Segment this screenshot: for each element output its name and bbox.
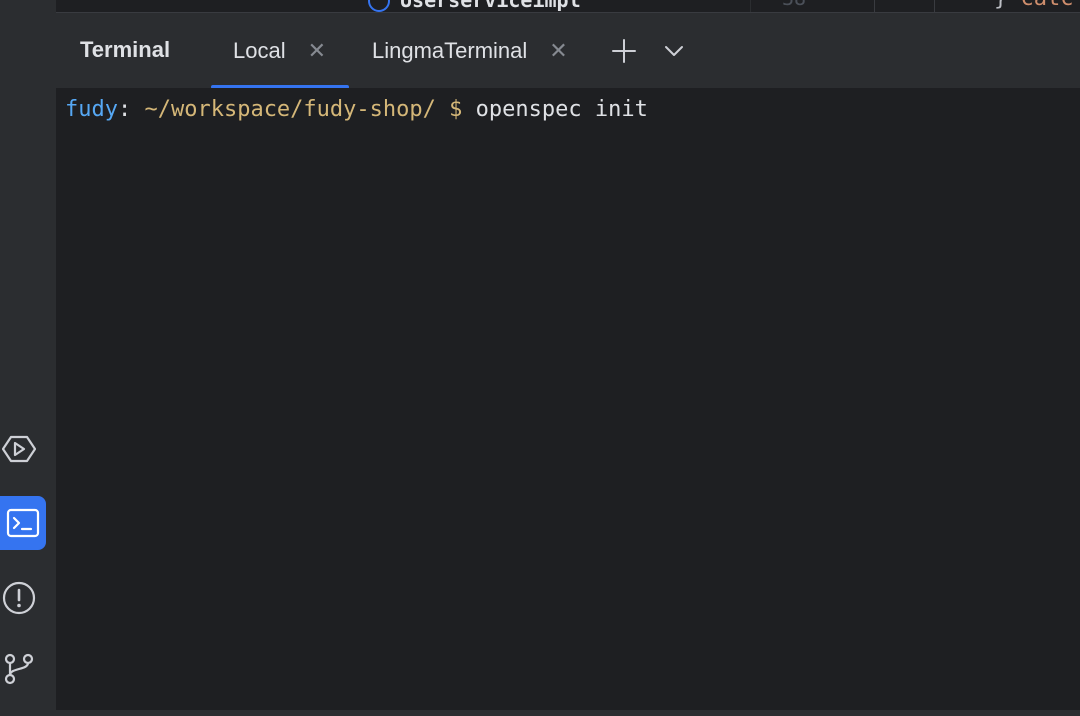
command-text: openspec init: [475, 97, 648, 122]
terminal-title: Terminal: [80, 37, 171, 62]
problems-icon[interactable]: [0, 579, 38, 617]
ide-window: Userserviceimpl 38 } catc: [0, 0, 1080, 716]
prompt-line: fudy: ~/workspace/fudy-shop/ $ openspec …: [65, 96, 648, 124]
run-icon-graphic: [2, 435, 36, 463]
editor-tab-filename[interactable]: Userserviceimpl: [400, 0, 581, 12]
plus-icon: [612, 39, 636, 63]
status-bar-edge: [0, 710, 1080, 716]
run-icon[interactable]: [0, 430, 38, 468]
left-tool-strip: [0, 0, 57, 716]
prompt-colon: :: [117, 97, 132, 122]
terminal-icon-graphic: [6, 508, 40, 538]
prompt-symbol: $: [449, 97, 463, 122]
terminal-header: Terminal Local ✕ LingmaTerminal ✕: [56, 12, 1080, 89]
git-icon-graphic: [4, 653, 34, 685]
tab-label: LingmaTerminal: [372, 38, 528, 63]
new-tab-button[interactable]: [608, 35, 640, 67]
editor-tab-strip-partial: Userserviceimpl 38 } catc: [56, 0, 1080, 12]
tab-lingmaterminal[interactable]: LingmaTerminal ✕: [372, 13, 568, 89]
gutter-divider: [874, 0, 875, 12]
close-icon[interactable]: ✕: [549, 38, 567, 64]
git-icon[interactable]: [0, 650, 38, 688]
gutter-divider: [934, 0, 935, 12]
code-brace: }: [994, 0, 1007, 11]
close-icon[interactable]: ✕: [308, 38, 326, 64]
tab-menu-button[interactable]: [658, 35, 690, 67]
line-number: 38: [782, 0, 806, 10]
terminal-output[interactable]: fudy: ~/workspace/fudy-shop/ $ openspec …: [56, 88, 1080, 710]
prompt-user: fudy: [65, 97, 118, 122]
terminal-icon[interactable]: [0, 496, 46, 550]
tab-label: Local: [233, 38, 286, 63]
tab-local[interactable]: Local ✕: [211, 13, 349, 89]
problems-icon-graphic: [2, 581, 36, 615]
chevron-down-icon: [665, 46, 683, 56]
prompt-path: ~/workspace/fudy-shop/: [144, 97, 436, 122]
class-file-icon: [368, 0, 390, 12]
code-fragment: } catc: [994, 0, 1073, 11]
code-keyword: catc: [1021, 0, 1074, 11]
